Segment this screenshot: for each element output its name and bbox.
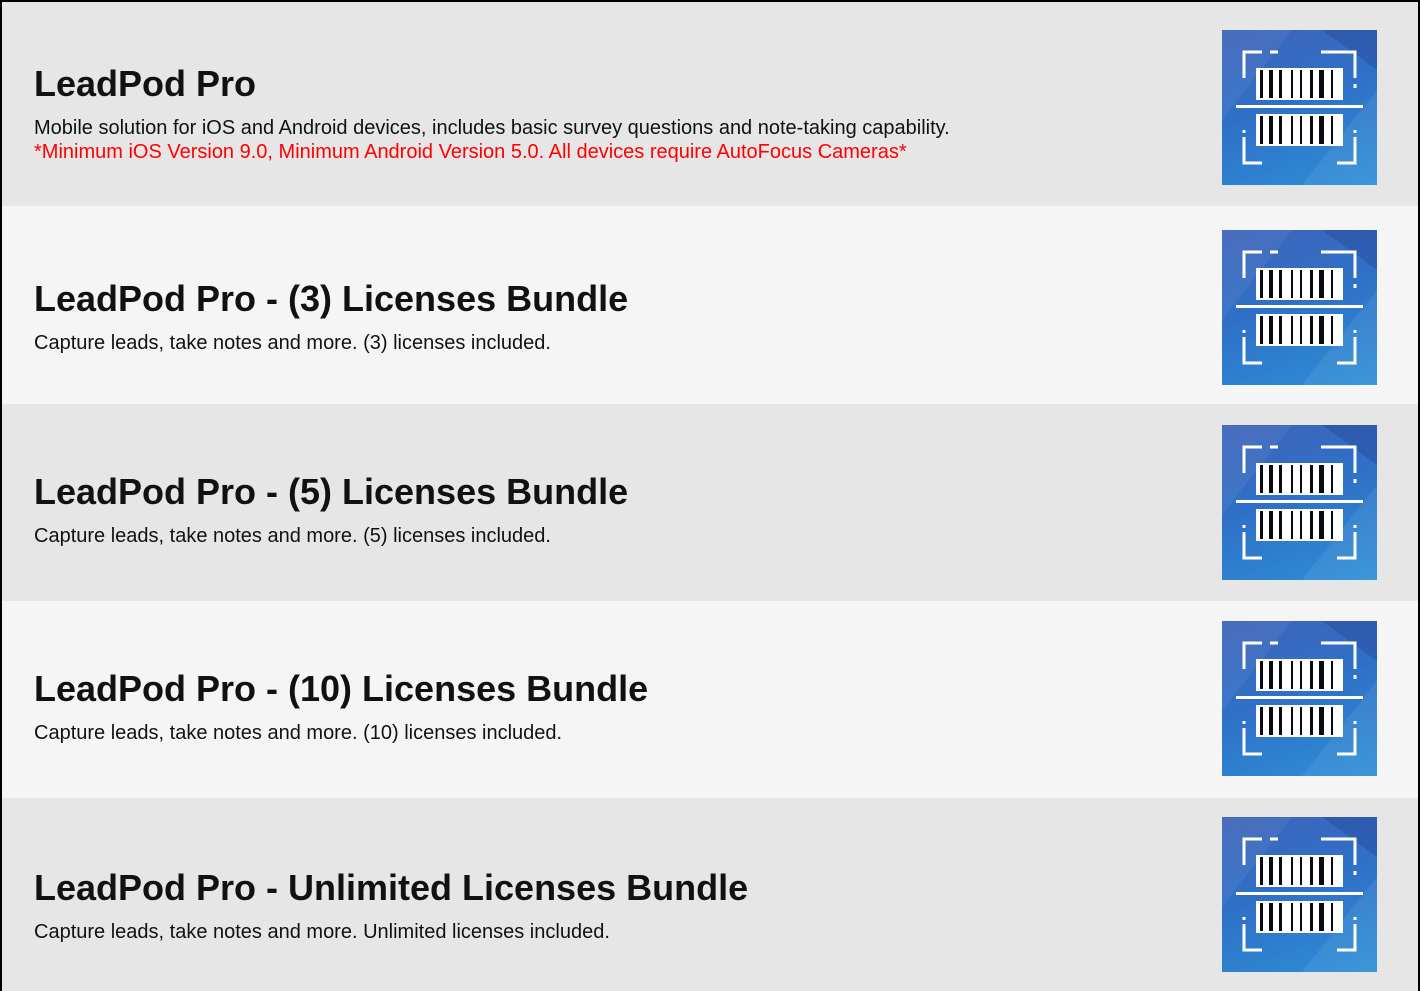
product-info: LeadPod Pro - (10) Licenses Bundle Captu… — [34, 667, 1138, 745]
product-row-unlimited-licenses[interactable]: LeadPod Pro - Unlimited Licenses Bundle … — [2, 798, 1418, 991]
product-row-3-licenses[interactable]: LeadPod Pro - (3) Licenses Bundle Captur… — [2, 206, 1418, 404]
barcode-scanner-graphic — [1222, 621, 1377, 776]
barcode-scanner-icon[interactable] — [1222, 230, 1377, 385]
product-requirements-note: *Minimum iOS Version 9.0, Minimum Androi… — [34, 141, 907, 163]
product-description: Capture leads, take notes and more. Unli… — [34, 921, 610, 943]
barcode-scanner-icon[interactable] — [1222, 30, 1377, 185]
product-row-10-licenses[interactable]: LeadPod Pro - (10) Licenses Bundle Captu… — [2, 601, 1418, 798]
barcode-scanner-graphic — [1222, 817, 1377, 972]
product-info: LeadPod Pro - Unlimited Licenses Bundle … — [34, 866, 1138, 944]
product-title[interactable]: LeadPod Pro - (10) Licenses Bundle — [34, 667, 1138, 711]
barcode-scanner-graphic — [1222, 30, 1377, 185]
product-row-leadpod-pro[interactable]: LeadPod Pro Mobile solution for iOS and … — [2, 2, 1418, 206]
barcode-scanner-graphic — [1222, 230, 1377, 385]
barcode-scanner-graphic — [1222, 425, 1377, 580]
product-description: Mobile solution for iOS and Android devi… — [34, 117, 950, 139]
product-description: Capture leads, take notes and more. (10)… — [34, 722, 563, 744]
product-info: LeadPod Pro - (5) Licenses Bundle Captur… — [34, 470, 1138, 548]
product-list: LeadPod Pro Mobile solution for iOS and … — [0, 0, 1420, 991]
product-description: Capture leads, take notes and more. (3) … — [34, 332, 551, 354]
product-info: LeadPod Pro - (3) Licenses Bundle Captur… — [34, 277, 1138, 355]
product-title[interactable]: LeadPod Pro - Unlimited Licenses Bundle — [34, 866, 1138, 910]
product-title[interactable]: LeadPod Pro - (3) Licenses Bundle — [34, 277, 1138, 321]
product-info: LeadPod Pro Mobile solution for iOS and … — [34, 62, 1138, 164]
barcode-scanner-icon[interactable] — [1222, 621, 1377, 776]
product-row-5-licenses[interactable]: LeadPod Pro - (5) Licenses Bundle Captur… — [2, 404, 1418, 601]
barcode-scanner-icon[interactable] — [1222, 425, 1377, 580]
barcode-scanner-icon[interactable] — [1222, 817, 1377, 972]
product-title[interactable]: LeadPod Pro — [34, 62, 1138, 106]
product-description: Capture leads, take notes and more. (5) … — [34, 525, 551, 547]
product-title[interactable]: LeadPod Pro - (5) Licenses Bundle — [34, 470, 1138, 514]
